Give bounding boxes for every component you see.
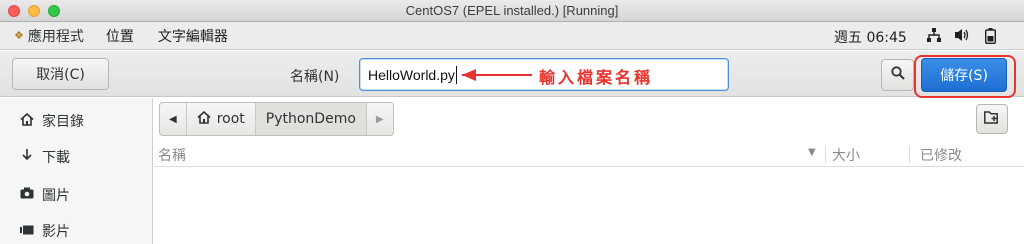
places-sidebar: 家目錄 下載 圖片 影片 [0,98,153,244]
gnome-top-bar: ❖ 應用程式 位置 文字編輯器 週五 06:45 [0,22,1024,50]
filename-value: HelloWorld.py [368,66,455,83]
download-icon [20,148,34,166]
places-menu[interactable]: 位置 [106,26,134,46]
column-header-size[interactable]: 大小 [832,145,860,165]
path-back-button[interactable]: ◀ [160,103,187,135]
path-crumb-label: root [216,111,245,127]
column-separator [909,146,910,163]
sidebar-item-label: 圖片 [42,188,70,204]
file-list[interactable] [154,168,1024,244]
sidebar-item-videos[interactable]: 影片 [20,221,70,241]
home-icon [20,112,34,130]
path-crumb-pythondemo[interactable]: PythonDemo [255,103,367,135]
column-separator [825,146,826,163]
camera-icon [20,187,34,203]
battery-icon[interactable] [984,28,997,48]
close-window-button[interactable] [8,5,20,17]
window-titlebar: CentOS7 (EPEL installed.) [Running] [0,0,1024,22]
sidebar-item-label: 家目錄 [42,114,84,130]
annotation-arrow [462,74,532,76]
clock[interactable]: 週五 06:45 [834,27,907,47]
save-button-highlight [914,55,1016,98]
path-crumb-label: PythonDemo [265,111,356,127]
sidebar-item-downloads[interactable]: 下載 [20,147,70,167]
cancel-button[interactable]: 取消(C) [12,58,109,90]
sidebar-item-home[interactable]: 家目錄 [20,111,84,131]
path-bar: ◀ root PythonDemo ▶ [159,102,394,136]
file-list-header: 名稱 ▼ 大小 已修改 [154,142,1024,167]
sort-down-icon[interactable]: ▼ [808,147,816,158]
column-header-modified[interactable]: 已修改 [920,145,962,165]
create-folder-button[interactable] [976,104,1008,134]
applications-icon: ❖ [14,29,24,42]
new-folder-icon [984,110,1000,128]
applications-menu-label: 應用程式 [27,28,84,45]
column-header-name[interactable]: 名稱 [158,145,186,165]
sidebar-item-pictures[interactable]: 圖片 [20,185,70,205]
sidebar-item-label: 影片 [42,224,70,240]
search-button[interactable] [881,59,914,91]
window-controls [8,5,60,17]
path-crumb-root[interactable]: root [187,103,256,135]
save-dialog-header: 取消(C) 名稱(N) HelloWorld.py 輸入檔案名稱 儲存(S) [0,51,1024,97]
text-caret [455,65,457,84]
sidebar-item-label: 下載 [42,150,70,166]
applications-menu[interactable]: ❖ 應用程式 [14,26,84,46]
home-icon [197,110,211,128]
annotation-text: 輸入檔案名稱 [539,68,654,87]
volume-icon[interactable] [955,28,971,46]
network-icon[interactable] [927,28,941,46]
video-icon [20,224,34,239]
path-forward-button[interactable]: ▶ [367,103,393,135]
zoom-window-button[interactable] [48,5,60,17]
window-title: CentOS7 (EPEL installed.) [Running] [405,3,619,18]
filename-label: 名稱(N) [290,69,340,85]
minimize-window-button[interactable] [28,5,40,17]
search-icon [890,66,905,84]
app-menu[interactable]: 文字編輯器 [158,26,228,46]
